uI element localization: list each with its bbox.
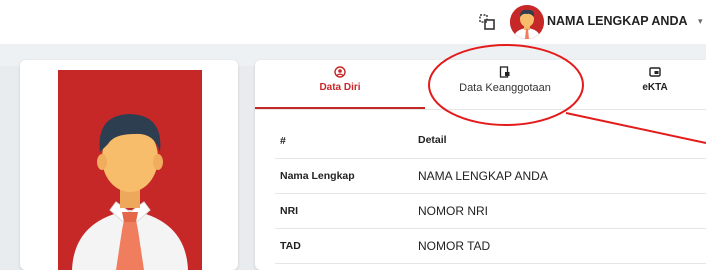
user-name[interactable]: NAMA LENGKAP ANDA <box>547 14 688 28</box>
tab-ekta[interactable]: eKTA <box>585 64 706 108</box>
row-value: NAMA LENGKAP ANDA <box>418 169 548 183</box>
row-value: NOMOR TAD <box>418 239 491 253</box>
tab-label: Data Keanggotaan <box>459 82 551 94</box>
member-card-icon <box>499 66 510 78</box>
row-value: NOMOR NRI <box>418 204 488 218</box>
detail-card: Data Diri Data Keanggotaan eKTA # Detail… <box>255 60 706 270</box>
row-label: Nama Lengkap <box>280 170 355 182</box>
table-header-row: # Detail <box>275 124 706 159</box>
switch-role-icon[interactable] <box>478 13 496 31</box>
table-row: NRI NOMOR NRI <box>275 194 706 229</box>
tab-data-keanggotaan[interactable]: Data Keanggotaan <box>435 64 575 108</box>
id-card-icon <box>649 67 661 77</box>
tab-label: eKTA <box>642 82 668 93</box>
table-row: Nama Lengkap NAMA LENGKAP ANDA <box>275 159 706 194</box>
chevron-down-icon[interactable]: ▾ <box>698 16 706 26</box>
column-header-number: # <box>280 135 286 147</box>
row-label: TAD <box>280 240 301 252</box>
detail-table: # Detail Nama Lengkap NAMA LENGKAP ANDA … <box>275 124 706 264</box>
avatar[interactable] <box>510 5 544 39</box>
user-circle-icon <box>334 66 346 78</box>
tab-label: Data Diri <box>319 82 361 93</box>
profile-photo-card <box>20 60 238 270</box>
tabs-divider <box>255 109 706 110</box>
row-label: NRI <box>280 205 299 217</box>
tab-data-diri[interactable]: Data Diri <box>255 64 425 108</box>
table-row: TAD NOMOR TAD <box>275 229 706 264</box>
column-header-detail: Detail <box>418 134 447 146</box>
profile-photo <box>58 70 202 270</box>
top-navbar: NAMA LENGKAP ANDA ▾ <box>0 0 706 45</box>
